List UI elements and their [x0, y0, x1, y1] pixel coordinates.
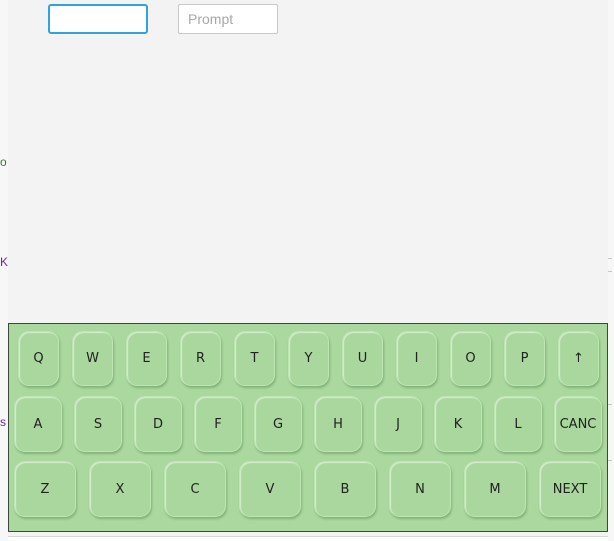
key-i[interactable]: I	[396, 331, 437, 386]
key-r[interactable]: R	[180, 331, 221, 386]
key-j[interactable]: J	[374, 396, 422, 452]
text-input[interactable]	[48, 4, 148, 34]
background-text-fragment: s	[0, 415, 6, 429]
background-divider	[608, 404, 612, 405]
shift-key[interactable]: ↑	[558, 331, 599, 386]
key-k[interactable]: K	[434, 396, 482, 452]
key-y[interactable]: Y	[288, 331, 329, 386]
key-q[interactable]: Q	[18, 331, 59, 386]
key-z[interactable]: Z	[14, 461, 76, 517]
virtual-keyboard: Q W E R T Y U I O P ↑ A S D F G H J K L …	[8, 323, 608, 532]
key-p[interactable]: P	[504, 331, 545, 386]
key-x[interactable]: X	[89, 461, 151, 517]
key-d[interactable]: D	[134, 396, 182, 452]
key-t[interactable]: T	[234, 331, 275, 386]
background-divider	[608, 271, 612, 272]
background-text-fragment: o	[0, 155, 7, 169]
next-key[interactable]: NEXT	[539, 461, 601, 517]
key-c[interactable]: C	[164, 461, 226, 517]
key-a[interactable]: A	[14, 396, 62, 452]
key-u[interactable]: U	[342, 331, 383, 386]
key-v[interactable]: V	[239, 461, 301, 517]
key-s[interactable]: S	[74, 396, 122, 452]
background-divider	[608, 258, 612, 259]
key-n[interactable]: N	[389, 461, 451, 517]
background-window-edge-left	[0, 0, 8, 541]
key-h[interactable]: H	[314, 396, 362, 452]
key-b[interactable]: B	[314, 461, 376, 517]
key-m[interactable]: M	[464, 461, 526, 517]
key-f[interactable]: F	[194, 396, 242, 452]
key-g[interactable]: G	[254, 396, 302, 452]
key-e[interactable]: E	[126, 331, 167, 386]
background-text-fragment: K	[0, 255, 9, 269]
key-o[interactable]: O	[450, 331, 491, 386]
prompt-input[interactable]	[178, 4, 278, 34]
key-l[interactable]: L	[494, 396, 542, 452]
cancel-key[interactable]: CANC	[554, 396, 602, 452]
background-divider	[8, 536, 608, 537]
background-divider	[608, 460, 612, 461]
key-w[interactable]: W	[72, 331, 113, 386]
